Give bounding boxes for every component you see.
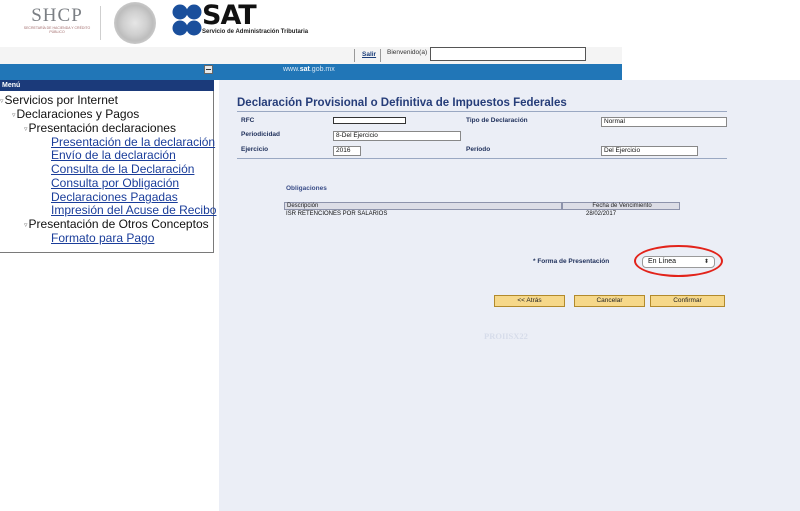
expand-arrow-icon: ▿ [24,222,28,229]
user-name-field [430,47,586,61]
tree-label: Presentación declaraciones [28,121,176,135]
tree-label: Declaraciones y Pagos [16,107,140,121]
tipo-declaracion-field: Normal [601,117,727,127]
tipo-declaracion-label: Tipo de Declaración [466,117,528,124]
site-url-suffix: .gob.mx [309,66,335,73]
expand-arrow-icon: ▿ [12,112,16,119]
cancelar-button[interactable]: Cancelar [574,295,645,307]
atras-button[interactable]: << Atrás [494,295,565,307]
sat-logo-mark-icon [172,4,202,36]
table-cell-descripcion: ISR RETENCIONES POR SALARIOS [286,211,388,217]
table-cell-fecha: 28/02/2017 [586,211,617,217]
shcp-logo: SHCP SECRETARÍA DE HACIENDA Y CRÉDITO PÚ… [22,6,92,40]
expand-arrow-icon: ▿ [0,98,4,105]
header-divider [100,6,101,40]
separator [354,49,355,62]
site-url: www.sat.gob.mx [283,66,335,73]
menu-title: Menú [0,80,214,91]
salir-link[interactable]: Salir [362,51,376,58]
welcome-label: Bienvenido(a) [387,49,428,56]
sidebar-link-impresion-acuse[interactable]: Impresión del Acuse de Recibo [51,203,216,218]
obligaciones-table: Descripción Fecha de Vencimiento ISR RET… [284,202,680,220]
tree-label: Presentación de Otros Conceptos [28,217,209,231]
confirmar-button[interactable]: Confirmar [650,295,725,307]
tree-label: Servicios por Internet [4,93,118,107]
periodo-field: Del Ejercicio [601,146,698,156]
rfc-field [333,117,406,124]
page-code: PROIISX22 [484,331,528,341]
sat-logo-subtitle: Servicio de Administración Tributaria [202,29,309,35]
national-seal-icon [114,2,156,44]
periodo-label: Período [466,146,491,153]
column-header-descripcion: Descripción [284,202,562,210]
site-url-bold: sat [299,66,310,73]
page-title: Declaración Provisional o Definitiva de … [237,97,567,109]
sidebar-link-consulta-declaracion[interactable]: Consulta de la Declaración [51,162,194,177]
ejercicio-label: Ejercicio [241,146,269,153]
shcp-logo-text: SHCP [31,5,83,26]
header [0,0,622,47]
obligaciones-title: Obligaciones [286,185,327,192]
ejercicio-field: 2016 [333,146,361,156]
divider [237,111,727,112]
sidebar-link-consulta-obligacion[interactable]: Consulta por Obligación [51,176,179,191]
separator [380,49,381,62]
sidebar-link-formato-pago[interactable]: Formato para Pago [51,231,154,246]
minimize-menu-button[interactable] [204,65,213,74]
expand-arrow-icon: ▿ [24,126,28,133]
periodicidad-label: Periodicidad [241,131,281,138]
highlight-ellipse [634,245,723,277]
column-header-fecha: Fecha de Vencimiento [562,202,680,210]
divider [237,158,727,159]
sat-logo-text: SAT [202,0,257,31]
sidebar-link-envio-declaracion[interactable]: Envío de la declaración [51,148,176,163]
forma-presentacion-label: * Forma de Presentación [533,258,610,265]
periodicidad-field: 8-Del Ejercicio [333,131,461,141]
shcp-logo-subtitle: SECRETARÍA DE HACIENDA Y CRÉDITO PÚBLICO [23,26,91,34]
rfc-label: RFC [241,117,255,124]
site-url-prefix: www. [283,66,300,73]
